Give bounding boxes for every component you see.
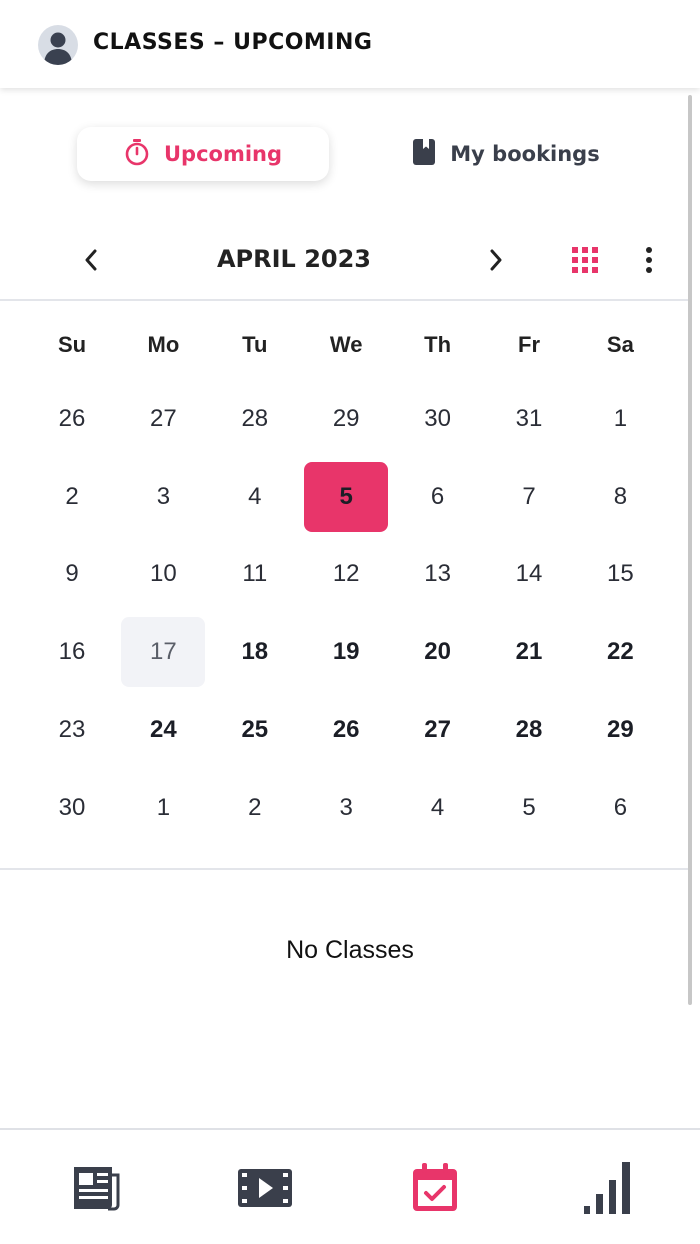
scrollbar[interactable]: [688, 95, 692, 1005]
calendar-day[interactable]: 6: [578, 773, 662, 843]
page-title: CLASSES – UPCOMING: [93, 30, 373, 55]
grid-view-icon[interactable]: [567, 242, 603, 278]
tab-upcoming-label: Upcoming: [163, 142, 283, 166]
bar-chart-icon[interactable]: [578, 1158, 638, 1218]
weekday-header: Su Mo Tu We Th Fr Sa: [30, 332, 670, 366]
tab-my-bookings[interactable]: My bookings: [380, 127, 632, 181]
calendar-day[interactable]: 6: [396, 462, 480, 532]
calendar-day[interactable]: 13: [396, 539, 480, 609]
weekday-label: We: [329, 332, 363, 357]
calendar-day[interactable]: 30: [30, 773, 114, 843]
calendar-day[interactable]: 27: [121, 384, 205, 454]
calendar-day[interactable]: 27: [396, 695, 480, 765]
calendar-top-divider: [0, 299, 688, 301]
calendar-day[interactable]: 9: [30, 539, 114, 609]
weekday-label: Fr: [518, 332, 540, 357]
calendar-day[interactable]: 28: [487, 695, 571, 765]
newspaper-icon[interactable]: [63, 1158, 123, 1218]
calendar-day[interactable]: 18: [213, 617, 297, 687]
calendar-day[interactable]: 24: [121, 695, 205, 765]
weekday-label: Th: [424, 332, 452, 357]
stopwatch-icon: [124, 138, 150, 171]
calendar-day[interactable]: 3: [121, 462, 205, 532]
month-label: APRIL 2023: [216, 245, 372, 273]
calendar-day[interactable]: 29: [578, 695, 662, 765]
calendar-day[interactable]: 7: [487, 462, 571, 532]
calendar-day[interactable]: 12: [304, 539, 388, 609]
calendar-day[interactable]: 5: [487, 773, 571, 843]
video-icon[interactable]: [235, 1158, 295, 1218]
app-header: CLASSES – UPCOMING: [0, 0, 700, 88]
tab-upcoming[interactable]: Upcoming: [77, 127, 329, 181]
calendar-day[interactable]: 8: [578, 462, 662, 532]
calendar-day[interactable]: 1: [121, 773, 205, 843]
weekday-label: Mo: [147, 332, 180, 357]
calendar-day[interactable]: 2: [213, 773, 297, 843]
calendar-day[interactable]: 23: [30, 695, 114, 765]
calendar-day[interactable]: 16: [30, 617, 114, 687]
weekday-label: Su: [57, 332, 87, 357]
calendar-day[interactable]: 11: [213, 539, 297, 609]
calendar-day[interactable]: 2: [30, 462, 114, 532]
calendar-day[interactable]: 26: [304, 695, 388, 765]
calendar-day[interactable]: 21: [487, 617, 571, 687]
calendar-day[interactable]: 3: [304, 773, 388, 843]
calendar-day[interactable]: 25: [213, 695, 297, 765]
empty-state-text: No Classes: [286, 936, 414, 964]
weekday-label: Tu: [242, 332, 268, 357]
weekday-label: Sa: [606, 332, 634, 357]
calendar-day[interactable]: 15: [578, 539, 662, 609]
calendar-day[interactable]: 5: [304, 461, 389, 532]
calendar-day[interactable]: 17: [121, 617, 206, 688]
calendar-day[interactable]: 4: [213, 462, 297, 532]
tab-my-bookings-label: My bookings: [450, 142, 600, 166]
more-vertical-icon[interactable]: [631, 242, 667, 278]
calendar-day[interactable]: 31: [487, 384, 571, 454]
calendar-day[interactable]: 26: [30, 384, 114, 454]
calendar-day[interactable]: 22: [578, 617, 662, 687]
calendar-day[interactable]: 20: [396, 617, 480, 687]
calendar-day[interactable]: 10: [121, 539, 205, 609]
calendar-day[interactable]: 30: [396, 384, 480, 454]
calendar-day[interactable]: 29: [304, 384, 388, 454]
bookmark-icon: [412, 138, 436, 171]
calendar-day[interactable]: 4: [396, 773, 480, 843]
chevron-left-icon[interactable]: [73, 242, 109, 278]
calendar-day[interactable]: 1: [578, 384, 662, 454]
calendar-bottom-divider: [0, 868, 688, 870]
calendar-check-icon[interactable]: [405, 1158, 465, 1218]
calendar-day[interactable]: 14: [487, 539, 571, 609]
calendar-day[interactable]: 19: [304, 617, 388, 687]
chevron-right-icon[interactable]: [478, 242, 514, 278]
user-avatar-icon[interactable]: [38, 25, 78, 65]
calendar-day[interactable]: 28: [213, 384, 297, 454]
